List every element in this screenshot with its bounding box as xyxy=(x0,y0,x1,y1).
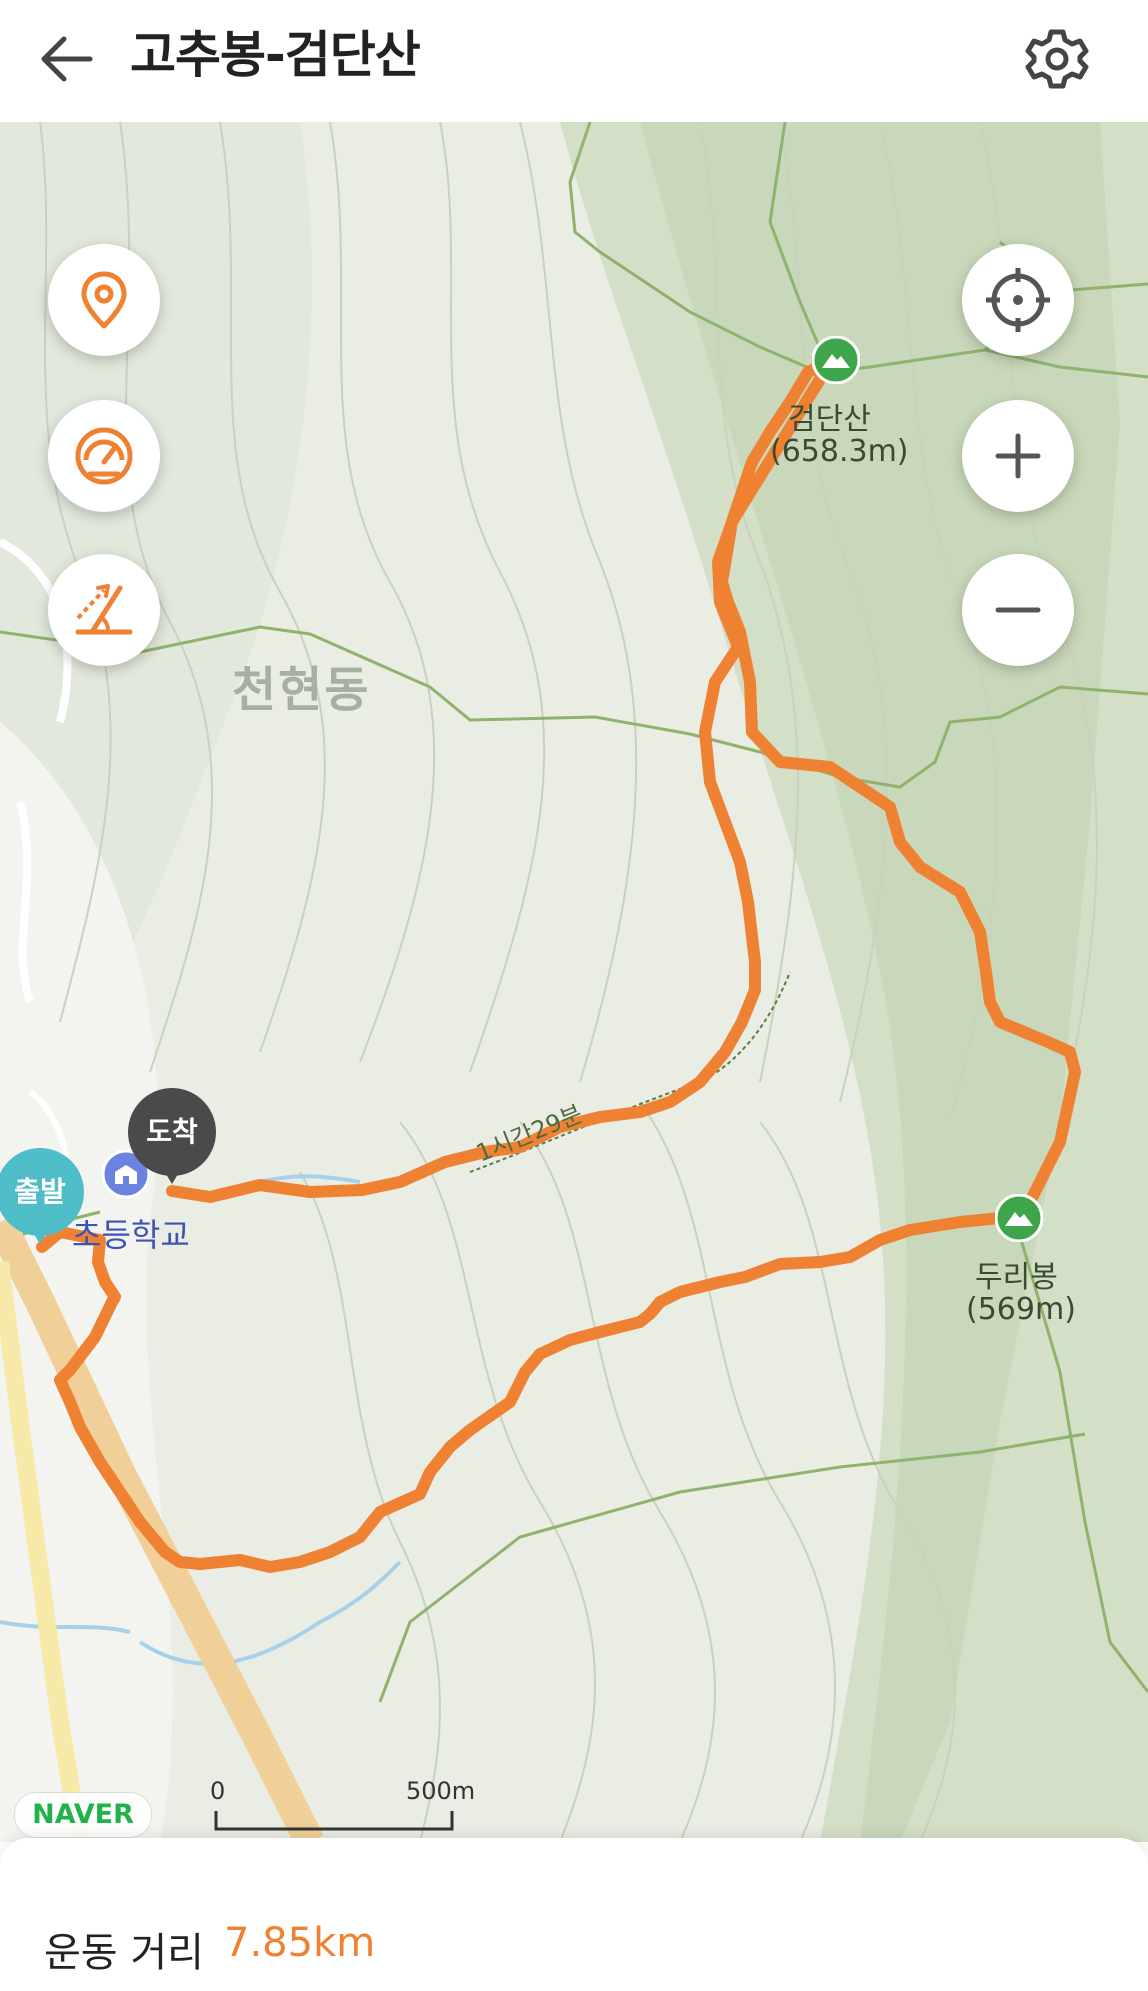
speedometer-icon xyxy=(75,427,133,485)
scale-line xyxy=(214,1811,454,1831)
location-pin-icon xyxy=(81,271,127,329)
zoom-out-icon xyxy=(995,607,1041,613)
map-view[interactable]: 검단산 (658.3m) 두리봉 (569m) 천현동 1시간29분 초등학교 … xyxy=(0,122,1148,1842)
distance-value: 7.85km xyxy=(224,1920,376,1966)
back-button[interactable] xyxy=(34,24,104,94)
zoom-in-icon xyxy=(995,433,1041,479)
start-pin-tail xyxy=(22,1214,58,1244)
location-pin-button[interactable] xyxy=(48,244,160,356)
peak-marker-icon[interactable] xyxy=(812,336,860,384)
scale-end-label: 500m xyxy=(406,1777,476,1805)
end-pin[interactable]: 도착 xyxy=(128,1088,216,1198)
peak-name-label: 검단산 xyxy=(788,402,871,437)
scale-start-label: 0 xyxy=(210,1777,226,1805)
map-canvas xyxy=(0,122,1148,1842)
speed-button[interactable] xyxy=(48,400,160,512)
area-label: 천현동 xyxy=(232,662,371,718)
settings-button[interactable] xyxy=(1022,24,1092,94)
peak-marker-icon[interactable] xyxy=(995,1194,1043,1242)
zoom-in-button[interactable] xyxy=(962,400,1074,512)
header-bar: 고추봉-검단산 xyxy=(0,0,1148,122)
peak-elevation-label: (569m) xyxy=(966,1292,1076,1327)
stats-panel: 운동 거리 7.85km xyxy=(0,1838,1148,1991)
distance-label: 운동 거리 xyxy=(44,1930,204,1976)
school-label: 초등학교 xyxy=(72,1216,190,1254)
zoom-out-button[interactable] xyxy=(962,554,1074,666)
arrow-left-icon xyxy=(41,36,93,82)
scale-bar: 0 500m xyxy=(210,1777,475,1842)
naver-logo: NAVER xyxy=(14,1792,152,1838)
slope-icon xyxy=(75,584,133,635)
peak-elevation-label: (658.3m) xyxy=(770,434,909,469)
crosshair-icon xyxy=(986,268,1050,332)
gear-icon xyxy=(1025,29,1089,89)
peak-name-label: 두리봉 xyxy=(975,1260,1058,1295)
start-pin[interactable]: 출발 xyxy=(0,1148,84,1258)
page-title: 고추봉-검단산 xyxy=(130,26,421,84)
slope-button[interactable] xyxy=(48,554,160,666)
end-pin-tail xyxy=(154,1154,190,1184)
my-location-button[interactable] xyxy=(962,244,1074,356)
